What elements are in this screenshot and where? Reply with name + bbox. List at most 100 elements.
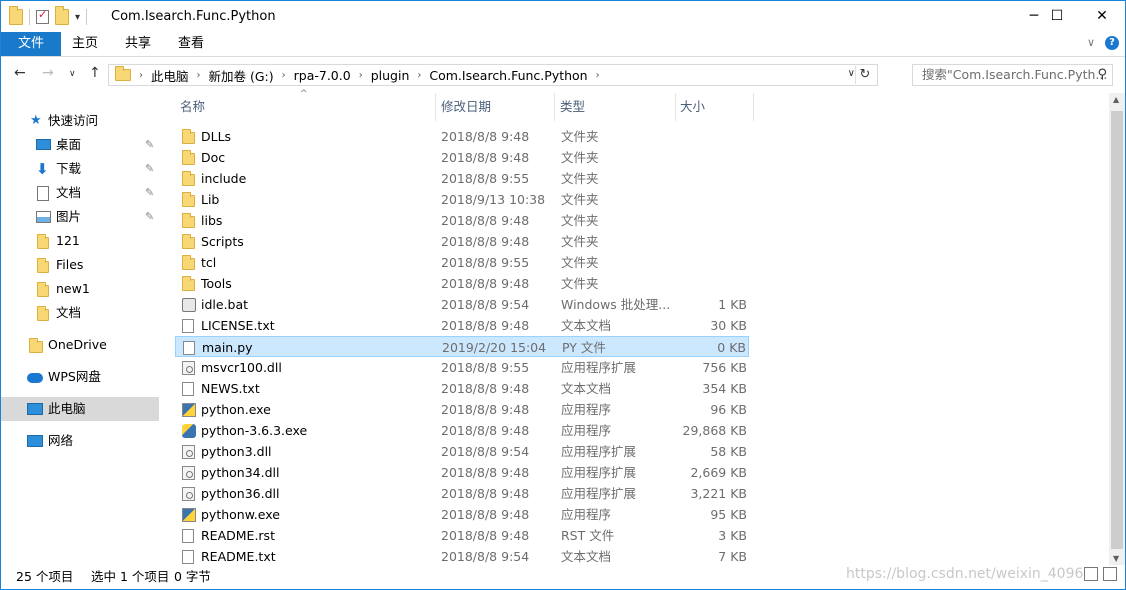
breadcrumb-chevron-icon[interactable]: › [594, 70, 602, 81]
file-row[interactable]: Tools 2018/8/8 9:48 文件夹 [175, 273, 749, 294]
download-icon: ⬇ [36, 160, 49, 178]
tab-file[interactable]: 文件 [1, 32, 61, 56]
column-divider[interactable] [554, 93, 555, 121]
back-icon[interactable]: ← [14, 65, 26, 81]
scroll-up-icon[interactable]: ▲ [1113, 95, 1119, 104]
file-row[interactable]: python3.dll 2018/8/8 9:54 应用程序扩展 58 KB [175, 441, 749, 462]
nav-wps[interactable]: WPS网盘 [1, 365, 159, 389]
search-input[interactable]: 搜索"Com.Isearch.Func.Pyth... ⚲ [912, 64, 1113, 86]
nav-item-documents[interactable]: 文档 ✎ [1, 181, 159, 205]
maximize-button[interactable]: ☐ [1034, 1, 1080, 32]
breadcrumb-chevron-icon[interactable]: › [357, 70, 365, 81]
large-icons-view-icon[interactable] [1103, 567, 1117, 581]
file-row[interactable]: main.py 2019/2/20 15:04 PY 文件 0 KB [175, 336, 749, 357]
folder-icon [182, 129, 195, 144]
qat-dropdown-icon[interactable]: ▾ [75, 12, 80, 23]
nav-label: WPS网盘 [48, 369, 101, 384]
file-size: 756 KB [702, 360, 747, 375]
pin-icon[interactable]: ✎ [145, 133, 154, 157]
tab-view[interactable]: 查看 [167, 32, 215, 56]
file-type: 应用程序扩展 [561, 444, 637, 459]
nav-item-121[interactable]: 121 [1, 229, 159, 253]
file-row[interactable]: DLLs 2018/8/8 9:48 文件夹 [175, 126, 749, 147]
folder-icon [182, 276, 195, 291]
nav-item-pictures[interactable]: 图片 ✎ [1, 205, 159, 229]
folder-icon [37, 258, 49, 273]
breadcrumb-drive[interactable]: 新加卷 (G:) [203, 66, 280, 85]
column-header-size[interactable]: 大小 [680, 93, 705, 121]
column-header-type[interactable]: 类型 [560, 93, 585, 121]
breadcrumb-thispc[interactable]: 此电脑 [145, 66, 195, 85]
nav-quick-access[interactable]: ★ 快速访问 [1, 109, 159, 133]
cloud-icon [27, 373, 43, 383]
column-divider[interactable] [753, 93, 754, 121]
scroll-thumb[interactable] [1111, 111, 1123, 549]
file-row[interactable]: README.txt 2018/8/8 9:54 文本文档 7 KB [175, 546, 749, 567]
column-header-date[interactable]: 修改日期 [441, 93, 491, 121]
tab-home[interactable]: 主页 [61, 32, 109, 56]
file-row[interactable]: pythonw.exe 2018/8/8 9:48 应用程序 95 KB [175, 504, 749, 525]
file-row[interactable]: Doc 2018/8/8 9:48 文件夹 [175, 147, 749, 168]
help-icon[interactable]: ? [1105, 36, 1119, 50]
breadcrumb-chevron-icon[interactable]: › [415, 70, 423, 81]
breadcrumb-current[interactable]: Com.Isearch.Func.Python [423, 68, 593, 83]
file-size: 29,868 KB [682, 423, 747, 438]
nav-label: 121 [56, 233, 80, 248]
file-row[interactable]: python36.dll 2018/8/8 9:48 应用程序扩展 3,221 KB [175, 483, 749, 504]
breadcrumb-plugin[interactable]: plugin [365, 68, 416, 83]
address-dropdown-icon[interactable]: ∨ [848, 68, 855, 79]
refresh-icon[interactable]: ↻ [855, 66, 874, 84]
pin-icon[interactable]: ✎ [145, 181, 154, 205]
close-button[interactable]: ✕ [1079, 1, 1125, 32]
file-row[interactable]: Lib 2018/9/13 10:38 文件夹 [175, 189, 749, 210]
ribbon-collapse-icon[interactable]: ∨ [1087, 36, 1095, 49]
file-row[interactable]: Scripts 2018/8/8 9:48 文件夹 [175, 231, 749, 252]
details-view-icon[interactable] [1084, 567, 1098, 581]
nav-onedrive[interactable]: OneDrive [1, 333, 159, 357]
file-date: 2018/8/8 9:48 [441, 507, 530, 522]
nav-item-new1[interactable]: new1 [1, 277, 159, 301]
ribbon-tabs: 文件 主页 共享 查看 ∨ ? [1, 32, 1125, 57]
breadcrumb-chevron-icon[interactable]: › [137, 70, 145, 81]
file-name: python34.dll [201, 465, 280, 480]
file-row[interactable]: LICENSE.txt 2018/8/8 9:48 文本文档 30 KB [175, 315, 749, 336]
new-folder-icon[interactable] [55, 6, 69, 25]
column-divider[interactable] [675, 93, 676, 121]
file-row[interactable]: libs 2018/8/8 9:48 文件夹 [175, 210, 749, 231]
up-icon[interactable]: ↑ [89, 65, 101, 81]
scroll-down-icon[interactable]: ▼ [1113, 554, 1119, 563]
network-icon [27, 435, 43, 447]
nav-item-desktop[interactable]: 桌面 ✎ [1, 133, 159, 157]
properties-icon[interactable] [36, 8, 49, 24]
nav-item-documents-folder[interactable]: 文档 [1, 301, 159, 325]
search-placeholder: 搜索"Com.Isearch.Func.Pyth... [922, 67, 1108, 82]
file-row[interactable]: include 2018/8/8 9:55 文件夹 [175, 168, 749, 189]
nav-thispc[interactable]: 此电脑 [1, 397, 159, 421]
nav-item-downloads[interactable]: ⬇ 下载 ✎ [1, 157, 159, 181]
file-row[interactable]: python34.dll 2018/8/8 9:48 应用程序扩展 2,669 KB [175, 462, 749, 483]
tab-share[interactable]: 共享 [114, 32, 162, 56]
pin-icon[interactable]: ✎ [145, 157, 154, 181]
column-divider[interactable] [435, 93, 436, 121]
file-row[interactable]: python.exe 2018/8/8 9:48 应用程序 96 KB [175, 399, 749, 420]
nav-network[interactable]: 网络 [1, 429, 159, 453]
file-row[interactable]: README.rst 2018/8/8 9:48 RST 文件 3 KB [175, 525, 749, 546]
column-header-name[interactable]: 名称 [180, 93, 205, 121]
file-row[interactable]: python-3.6.3.exe 2018/8/8 9:48 应用程序 29,868 … [175, 420, 749, 441]
pin-icon[interactable]: ✎ [145, 205, 154, 229]
file-row[interactable]: NEWS.txt 2018/8/8 9:48 文本文档 354 KB [175, 378, 749, 399]
file-row[interactable]: idle.bat 2018/8/8 9:54 Windows 批处理... 1 KB [175, 294, 749, 315]
nav-label: 文档 [56, 185, 82, 200]
file-row[interactable]: tcl 2018/8/8 9:55 文件夹 [175, 252, 749, 273]
forward-icon[interactable]: → [42, 65, 54, 81]
breadcrumb-chevron-icon[interactable]: › [195, 70, 203, 81]
file-row[interactable]: msvcr100.dll 2018/8/8 9:55 应用程序扩展 756 KB [175, 357, 749, 378]
file-type: 应用程序扩展 [561, 360, 637, 375]
nav-item-files[interactable]: Files [1, 253, 159, 277]
breadcrumb-chevron-icon[interactable]: › [280, 70, 288, 81]
vertical-scrollbar[interactable]: ▲ ▼ [1109, 93, 1125, 565]
recent-locations-icon[interactable]: ∨ [69, 69, 76, 79]
breadcrumb-rpa[interactable]: rpa-7.0.0 [288, 68, 357, 83]
address-bar[interactable]: › 此电脑 › 新加卷 (G:) › rpa-7.0.0 › plugin › … [108, 64, 878, 86]
file-type: 应用程序扩展 [561, 486, 637, 501]
